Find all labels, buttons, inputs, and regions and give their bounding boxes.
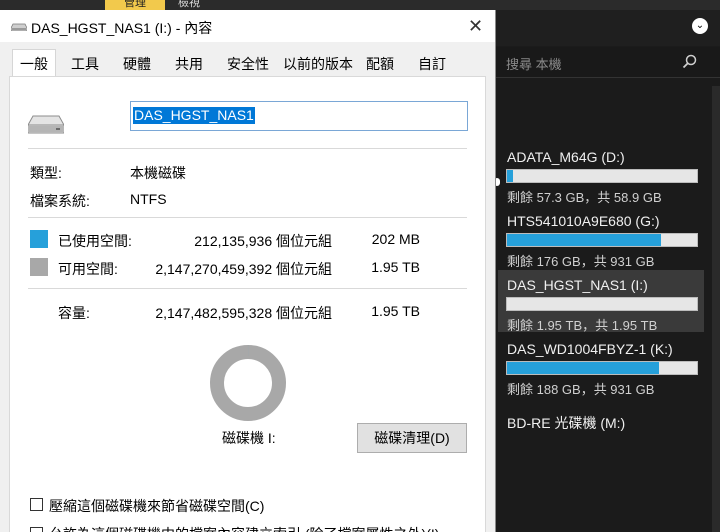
drive-item-g[interactable]: HTS541010A9E680 (G:) 剩餘 176 GB，共 931 GB: [498, 206, 704, 269]
background-toolbar: [496, 10, 720, 46]
disk-cleanup-button[interactable]: 磁碟清理(D): [357, 423, 467, 453]
drive-item-m[interactable]: BD-RE 光碟機 (M:): [507, 413, 625, 433]
dialog-title: DAS_HGST_NAS1 (I:) - 內容: [31, 20, 213, 36]
used-space-swatch: [30, 230, 48, 248]
capacity-bytes: 2,147,482,595,328 個位元組: [155, 305, 332, 321]
index-checkbox[interactable]: [30, 527, 43, 532]
search-placeholder: 搜尋 本機: [506, 57, 562, 72]
drive-free-info: 剩餘 57.3 GB，共 58.9 GB: [507, 190, 662, 205]
capacity-label: 容量:: [58, 305, 90, 321]
search-icon: [682, 54, 697, 69]
drive-item-d[interactable]: ADATA_M64G (D:) 剩餘 57.3 GB，共 58.9 GB: [498, 142, 704, 205]
filesystem-label: 檔案系統:: [30, 193, 90, 209]
search-box[interactable]: 搜尋 本機: [496, 47, 720, 78]
drive-item-k[interactable]: DAS_WD1004FBYZ-1 (K:) 剩餘 188 GB，共 931 GB: [498, 334, 704, 397]
ribbon-tab-manage[interactable]: 管理: [105, 0, 165, 10]
used-space-label: 已使用空間:: [58, 233, 132, 249]
tab-security[interactable]: 安全性: [220, 52, 276, 76]
drive-usage-bar: [506, 361, 698, 375]
tab-strip: 一般 工具 硬體 共用 安全性 以前的版本 配額 自訂: [0, 42, 495, 78]
volume-name-selected-text: DAS_HGST_NAS1: [133, 107, 255, 124]
drive-usage-bar: [506, 297, 698, 311]
drive-usage-fill: [507, 170, 513, 182]
tab-hardware[interactable]: 硬體: [116, 52, 158, 76]
properties-dialog: DAS_HGST_NAS1 (I:) - 內容 ✕ 一般 工具 硬體 共用 安全…: [0, 10, 496, 532]
tab-tools[interactable]: 工具: [64, 52, 106, 76]
free-space-swatch: [30, 258, 48, 276]
compress-checkbox-label: 壓縮這個磁碟機來節省磁碟空間(C): [49, 498, 265, 514]
drive-name: ADATA_M64G (D:): [507, 149, 625, 165]
ribbon-tab-view[interactable]: 檢視: [178, 0, 228, 10]
donut-free-ring: [210, 345, 286, 421]
drive-free-info: 剩餘 176 GB，共 931 GB: [507, 254, 655, 269]
drive-letter-label: 磁碟機 I:: [222, 430, 276, 446]
drive-usage-fill: [507, 234, 661, 246]
tab-general[interactable]: 一般: [12, 49, 56, 78]
divider: [28, 288, 467, 289]
dialog-titlebar[interactable]: DAS_HGST_NAS1 (I:) - 內容 ✕: [0, 10, 495, 42]
close-button[interactable]: ✕: [456, 10, 495, 42]
divider: [28, 148, 467, 149]
capacity-size: 1.95 TB: [371, 303, 420, 319]
tab-quota[interactable]: 配額: [360, 52, 400, 76]
index-checkbox-label: 允許為這個磁碟機中的檔案內容建立索引 (除了檔案屬性之外)(I): [49, 524, 439, 532]
drive-icon: [28, 115, 64, 134]
usage-donut-chart: [210, 345, 286, 421]
drive-usage-bar: [506, 169, 698, 183]
drive-free-info: 剩餘 188 GB，共 931 GB: [507, 382, 655, 397]
free-space-size: 1.95 TB: [371, 259, 420, 275]
filesystem-value: NTFS: [130, 191, 167, 207]
drive-name: DAS_WD1004FBYZ-1 (K:): [507, 341, 673, 357]
drive-usage-bar: [506, 233, 698, 247]
divider: [28, 217, 467, 218]
tab-sharing[interactable]: 共用: [168, 52, 210, 76]
free-space-bytes: 2,147,270,459,392 個位元組: [155, 261, 332, 277]
drive-free-info: 剩餘 1.95 TB，共 1.95 TB: [507, 318, 658, 333]
close-icon: ✕: [467, 16, 484, 36]
used-space-bytes: 212,135,936 個位元組: [194, 233, 332, 249]
tab-previous-versions[interactable]: 以前的版本: [280, 52, 356, 76]
type-value: 本機磁碟: [130, 165, 186, 181]
drive-usage-fill: [507, 362, 659, 374]
scrollbar[interactable]: [712, 86, 720, 532]
drive-item-i[interactable]: DAS_HGST_NAS1 (I:) 剩餘 1.95 TB，共 1.95 TB: [498, 270, 704, 333]
compress-checkbox[interactable]: [30, 498, 43, 511]
drive-name: DAS_HGST_NAS1 (I:): [507, 277, 648, 293]
tab-customize[interactable]: 自訂: [410, 52, 454, 76]
volume-name-input[interactable]: DAS_HGST_NAS1: [130, 101, 468, 131]
expand-ribbon-icon[interactable]: ⌄: [692, 18, 708, 34]
drive-name: HTS541010A9E680 (G:): [507, 213, 660, 229]
free-space-label: 可用空間:: [58, 261, 118, 277]
used-space-size: 202 MB: [371, 231, 420, 247]
drive-small-icon: [11, 23, 27, 31]
type-label: 類型:: [30, 165, 62, 181]
